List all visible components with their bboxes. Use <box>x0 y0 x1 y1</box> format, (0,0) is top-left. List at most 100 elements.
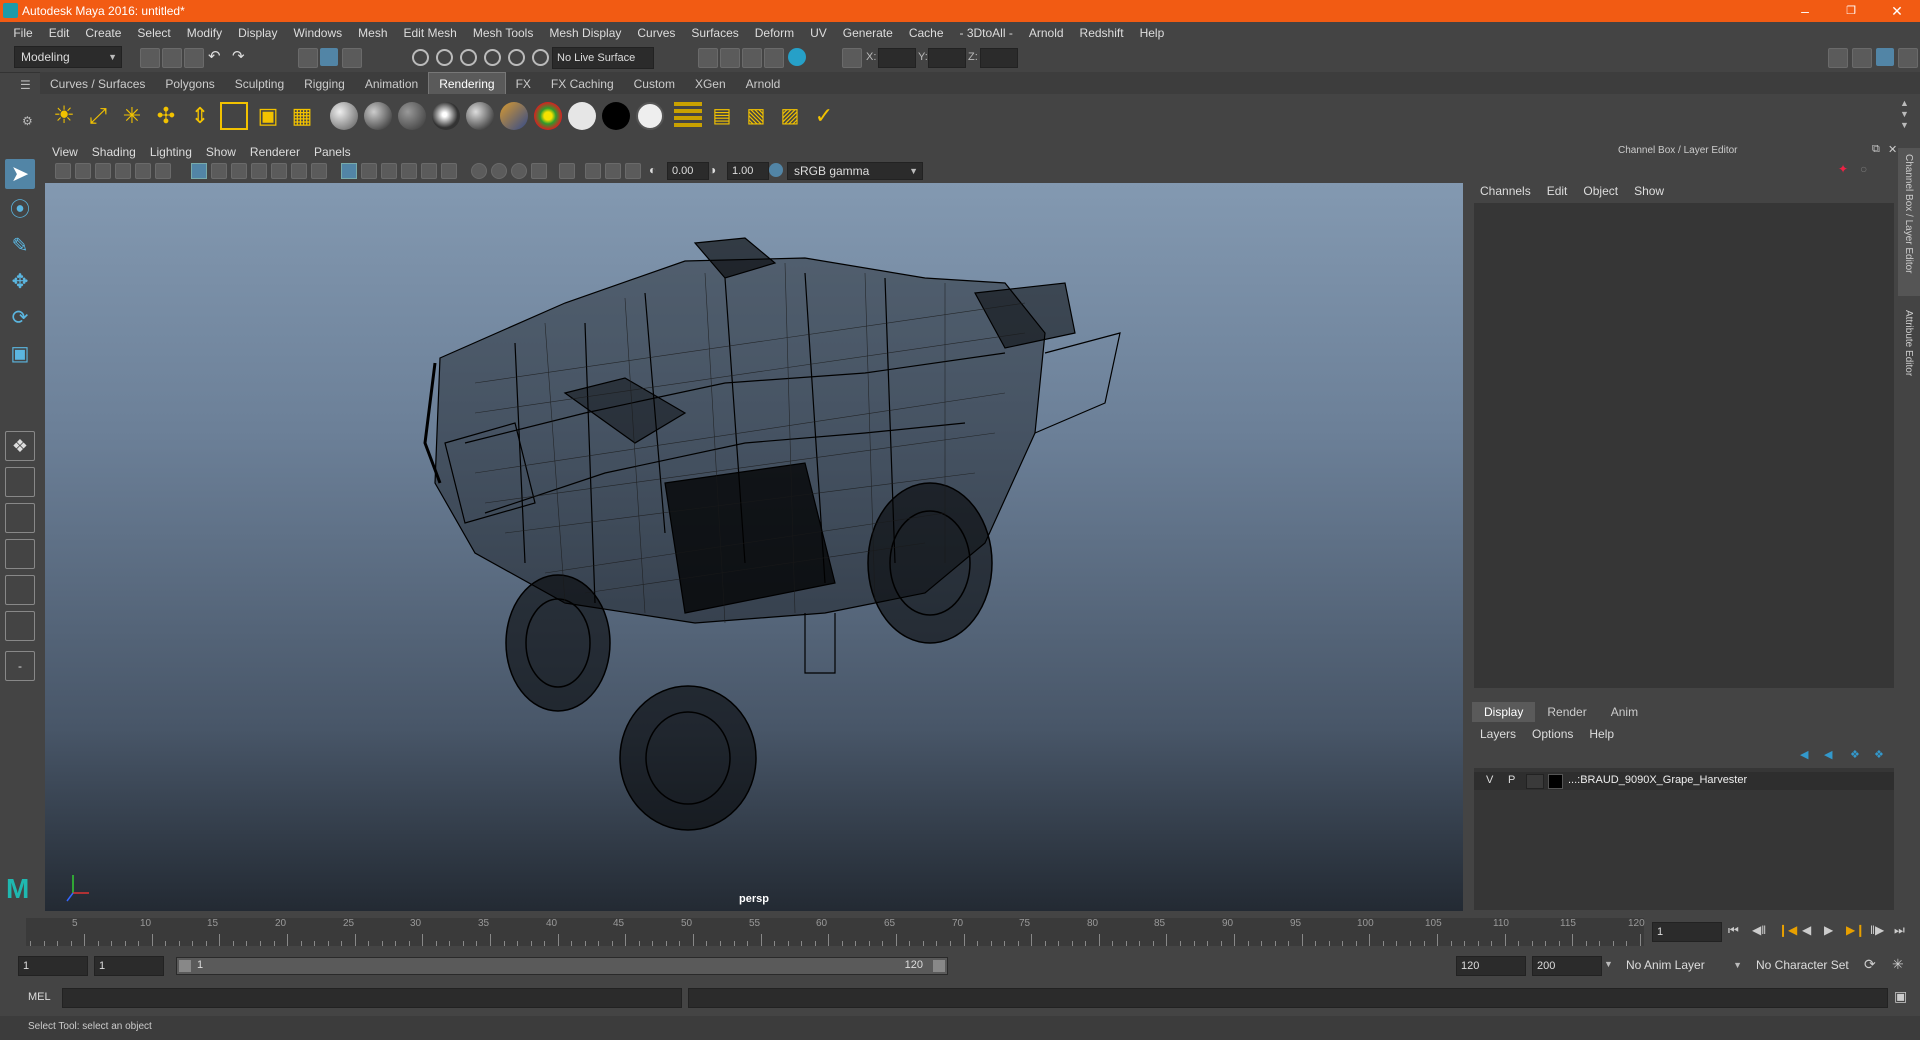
render-settings-icon[interactable] <box>742 48 762 68</box>
shading-map-icon[interactable] <box>568 102 596 130</box>
shelf-settings-icon[interactable]: ⚙ <box>22 114 33 128</box>
area-light-icon[interactable]: ⇕ <box>186 102 214 130</box>
save-scene-icon[interactable] <box>184 48 204 68</box>
close-panel-icon[interactable]: ✕ <box>1888 143 1897 156</box>
new-layer-selected-icon[interactable]: ❖ <box>1874 748 1884 761</box>
tab-polygons[interactable]: Polygons <box>155 73 224 95</box>
range-end-handle[interactable] <box>933 960 945 972</box>
image-plane-icon[interactable] <box>115 163 131 179</box>
motion-blur-icon[interactable] <box>491 163 507 179</box>
go-to-start-icon[interactable]: ⏮ <box>1728 923 1739 938</box>
undo-icon[interactable]: ↶ <box>208 47 226 65</box>
snap-curve-icon[interactable] <box>436 49 453 66</box>
isolate-select-icon[interactable] <box>559 163 575 179</box>
rotate-tool-icon[interactable]: ⟳ <box>5 303 35 333</box>
shelf-menu-icon[interactable]: ☰ <box>20 78 31 92</box>
shadows-icon[interactable] <box>441 163 457 179</box>
ipr-icon[interactable]: ▧ <box>742 102 770 130</box>
hypershade-icon[interactable] <box>764 48 784 68</box>
camera-attributes-icon[interactable] <box>75 163 91 179</box>
step-forward-key-icon[interactable]: ▶❙ <box>1846 923 1865 937</box>
layer-visibility-toggle[interactable]: V <box>1486 774 1493 786</box>
use-background-icon[interactable] <box>636 102 664 130</box>
tab-sculpting[interactable]: Sculpting <box>225 73 294 95</box>
vp-menu-view[interactable]: View <box>45 143 85 161</box>
xray-icon[interactable] <box>585 163 601 179</box>
depth-of-field-icon[interactable] <box>531 163 547 179</box>
channel-box-options-icon[interactable]: ○ <box>1860 162 1867 176</box>
tab-fx[interactable]: FX <box>506 73 541 95</box>
playback-end-field[interactable]: 120 <box>1456 956 1526 976</box>
xray-active-icon[interactable] <box>605 163 621 179</box>
ipr-render-icon[interactable] <box>720 48 740 68</box>
new-scene-icon[interactable] <box>140 48 160 68</box>
perspective-viewport[interactable]: persp <box>45 183 1463 911</box>
menu-deform[interactable]: Deform <box>747 22 802 44</box>
grid-icon[interactable] <box>191 163 207 179</box>
float-panel-icon[interactable]: ⧉ <box>1872 143 1880 156</box>
move-tool-icon[interactable]: ✥ <box>5 267 35 297</box>
tab-anim[interactable]: Anim <box>1599 702 1650 722</box>
ambient-light-icon[interactable]: ☀ <box>50 102 78 130</box>
custom-layout-icon[interactable]: - <box>5 651 35 681</box>
tab-xgen[interactable]: XGen <box>685 73 736 95</box>
color-management-icon[interactable] <box>769 163 783 177</box>
textured-icon[interactable] <box>401 163 417 179</box>
tab-arnold[interactable]: Arnold <box>736 73 791 95</box>
menu-arnold[interactable]: Arnold <box>1021 22 1072 44</box>
play-forwards-icon[interactable]: ▶ <box>1824 923 1833 937</box>
select-component-icon[interactable] <box>342 48 362 68</box>
menu-windows[interactable]: Windows <box>285 22 350 44</box>
modeling-toolkit-icon[interactable] <box>1828 48 1848 68</box>
wireframe-icon[interactable] <box>341 163 357 179</box>
channel-box-toggle-icon[interactable] <box>1876 48 1894 66</box>
mode-selector[interactable]: Modeling ▼ <box>14 46 122 68</box>
open-scene-icon[interactable] <box>162 48 182 68</box>
menu-file[interactable]: File <box>5 22 40 44</box>
step-forward-frame-icon[interactable]: ‖▶ <box>1870 923 1884 937</box>
outliner-layout-icon[interactable] <box>5 575 35 605</box>
character-set-dropdown[interactable]: No Character Set <box>1750 956 1868 974</box>
menu-edit[interactable]: Edit <box>41 22 78 44</box>
camera-icon[interactable]: ▣ <box>254 102 282 130</box>
render-view-icon[interactable] <box>788 48 806 66</box>
menu-create[interactable]: Create <box>77 22 129 44</box>
gate-mask-icon[interactable] <box>251 163 267 179</box>
animation-start-field[interactable]: 1 <box>18 956 88 976</box>
xray-joints-icon[interactable] <box>625 163 641 179</box>
surface-shader-icon[interactable] <box>602 102 630 130</box>
bookmark-icon[interactable] <box>95 163 111 179</box>
shelf-scroll-icon[interactable]: ▲ ▼ ▼ <box>1900 98 1909 131</box>
attribute-editor-toggle-icon[interactable] <box>1852 48 1872 68</box>
layer-playback-toggle[interactable]: P <box>1508 774 1515 786</box>
blinn-material-icon[interactable] <box>364 102 392 130</box>
lasso-tool-icon[interactable]: ⦿ <box>5 195 35 225</box>
live-surface-field[interactable]: No Live Surface <box>552 47 654 69</box>
snap-view-plane-icon[interactable] <box>484 49 501 66</box>
channel-box-area[interactable] <box>1474 203 1894 688</box>
persp-outliner-layout-icon[interactable] <box>5 503 35 533</box>
z-field[interactable] <box>980 48 1018 68</box>
command-language-label[interactable]: MEL <box>28 991 51 1003</box>
color-space-dropdown[interactable]: sRGB gamma ▼ <box>787 162 923 180</box>
close-button[interactable]: ✕ <box>1874 0 1920 22</box>
auto-key-icon[interactable]: ⟳ <box>1864 956 1876 973</box>
command-input[interactable] <box>62 988 682 1008</box>
point-light-icon[interactable]: ✳ <box>118 102 146 130</box>
layer-row[interactable]: V P ...:BRAUD_9090X_Grape_Harvester <box>1474 772 1894 790</box>
menu-modify[interactable]: Modify <box>179 22 230 44</box>
le-menu-layers[interactable]: Layers <box>1472 724 1524 744</box>
side-tab-attribute-editor[interactable]: Attribute Editor <box>1898 304 1920 400</box>
menu-uv[interactable]: UV <box>802 22 835 44</box>
camera-aim-icon[interactable]: ▦ <box>288 102 316 130</box>
y-field[interactable] <box>928 48 966 68</box>
tab-render[interactable]: Render <box>1535 702 1598 722</box>
menu-redshift[interactable]: Redshift <box>1072 22 1132 44</box>
menu-display[interactable]: Display <box>230 22 285 44</box>
menu-select[interactable]: Select <box>129 22 178 44</box>
playback-start-field[interactable]: 1 <box>94 956 164 976</box>
menu-mesh[interactable]: Mesh <box>350 22 395 44</box>
anim-layer-dropdown[interactable]: No Anim Layer ▼ <box>1620 956 1746 974</box>
vp-menu-lighting[interactable]: Lighting <box>143 143 199 161</box>
cb-menu-edit[interactable]: Edit <box>1539 180 1576 202</box>
